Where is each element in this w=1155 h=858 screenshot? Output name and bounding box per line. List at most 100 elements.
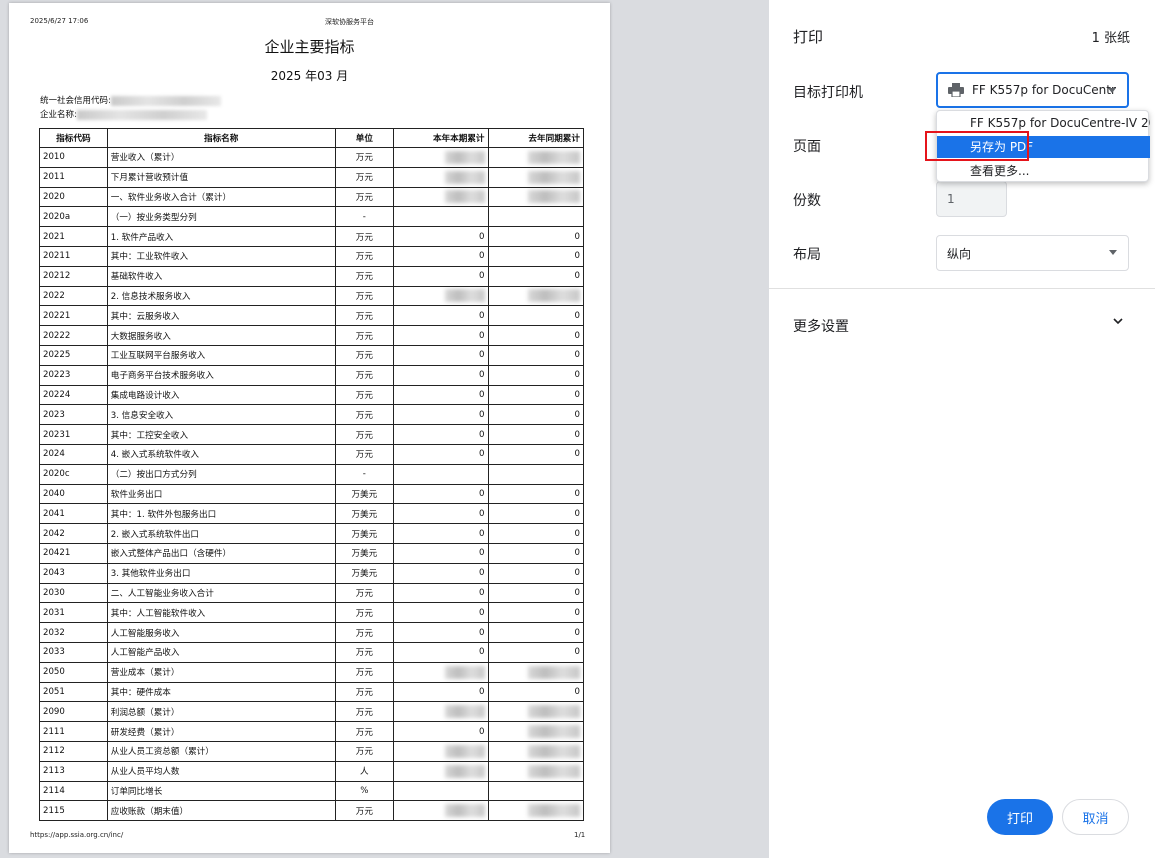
- table-row: 20212 基础软件收入 万元 0 0: [39, 265, 585, 287]
- table-row: 2020c （二）按出口方式分列 -: [39, 463, 585, 485]
- cell-previous: 0: [487, 602, 585, 624]
- cell-name: 3. 其他软件业务出口: [106, 562, 336, 584]
- table-row: 20211 其中：工业软件收入 万元 0 0: [39, 245, 585, 267]
- cell-unit: 万元: [334, 245, 395, 267]
- cancel-button[interactable]: 取消: [1062, 799, 1129, 835]
- table-row: 2011 下月累计营收预计值 万元: [39, 166, 585, 188]
- document-period: 2025 年03 月: [270, 69, 349, 83]
- cell-name: 订单同比增长: [106, 780, 336, 802]
- redacted-value: [444, 170, 485, 184]
- cell-current: 0: [393, 404, 489, 426]
- cell-value: 0: [574, 587, 580, 598]
- footer-page-number: 1/1: [574, 831, 586, 839]
- cell-value: 0: [574, 389, 580, 400]
- cell-unit: 万元: [334, 226, 395, 247]
- cell-previous: 0: [487, 404, 585, 426]
- cell-name: 2. 嵌入式系统软件出口: [106, 523, 336, 544]
- redacted-value: [528, 170, 580, 184]
- table-row: 2032 人工智能服务收入 万元 0 0: [39, 622, 585, 643]
- cell-current: 0: [393, 622, 489, 643]
- cell-value: 0: [479, 508, 485, 519]
- chevron-down-icon[interactable]: [1113, 316, 1123, 326]
- redacted-value: [528, 804, 580, 818]
- cell-code: 2050: [39, 661, 108, 683]
- cell-name: 一、软件业务收入合计（累计）: [106, 186, 336, 208]
- cell-value: 0: [574, 528, 580, 539]
- cell-name: 其中：工控安全收入: [106, 424, 336, 445]
- cell-unit: 万元: [334, 265, 395, 287]
- cell-value: 0: [574, 350, 580, 361]
- cell-name: 软件业务出口: [106, 483, 336, 505]
- credit-code-line: 统一社会信用代码:: [40, 94, 221, 106]
- cell-previous: 0: [487, 424, 585, 445]
- cell-unit: 万元: [334, 325, 395, 346]
- cell-previous: [487, 760, 585, 782]
- cell-value: 0: [574, 508, 580, 519]
- cell-code: 2024: [39, 443, 108, 465]
- cell-value: 0: [479, 370, 485, 381]
- cell-name: 应收账款（期末值）: [106, 800, 336, 822]
- cell-unit: %: [334, 780, 395, 802]
- destination-value: FF K557p for DocuCentr: [972, 83, 1116, 97]
- table-row: 2115 应收账款（期末值） 万元: [39, 800, 585, 822]
- cell-name: 工业互联网平台服务收入: [106, 344, 336, 366]
- cell-previous: 0: [487, 364, 585, 386]
- cell-current: [393, 166, 489, 188]
- table-row: 2050 营业成本（累计） 万元: [39, 661, 585, 683]
- cell-value: 0: [479, 548, 485, 559]
- more-settings-toggle[interactable]: 更多设置: [793, 316, 849, 336]
- cell-previous: [487, 463, 585, 485]
- print-preview-area: 2025/6/27 17:06 深软协服务平台 企业主要指标 2025 年03 …: [0, 0, 769, 858]
- cell-value: 0: [479, 587, 485, 598]
- cell-current: [393, 760, 489, 782]
- cell-code: 2042: [39, 523, 108, 544]
- cell-code: 20225: [39, 344, 108, 366]
- cell-code: 2030: [39, 582, 108, 604]
- cell-value: 0: [574, 488, 580, 499]
- cell-current: [393, 186, 489, 208]
- cell-value: 0: [479, 429, 485, 440]
- cell-value: 0: [479, 528, 485, 539]
- cell-current: 0: [393, 542, 489, 564]
- cell-value: 0: [574, 627, 580, 638]
- cell-previous: 0: [487, 325, 585, 346]
- cell-code: 20221: [39, 305, 108, 327]
- cell-value: 0: [574, 409, 580, 420]
- cell-code: 2023: [39, 404, 108, 426]
- cell-name: 集成电路设计收入: [106, 384, 336, 406]
- destination-select[interactable]: FF K557p for DocuCentr: [936, 72, 1129, 108]
- dropdown-option-see-more[interactable]: 查看更多...: [937, 160, 1150, 182]
- cell-code: 2114: [39, 780, 108, 802]
- cell-previous: [487, 285, 585, 307]
- cell-unit: 万美元: [334, 503, 395, 525]
- cell-value: 0: [479, 409, 485, 420]
- copies-input[interactable]: 1: [936, 181, 1007, 217]
- table-row: 2024 4. 嵌入式系统软件收入 万元 0 0: [39, 443, 585, 465]
- redacted-value: [444, 804, 485, 818]
- print-datetime: 2025/6/27 17:06: [30, 17, 89, 25]
- cell-current: 0: [393, 325, 489, 346]
- cell-value: 0: [574, 429, 580, 440]
- cell-value: 0: [479, 350, 485, 361]
- cell-name: 利润总额（累计）: [106, 701, 336, 723]
- cell-code: 2032: [39, 622, 108, 643]
- cell-previous: [487, 721, 585, 742]
- layout-select[interactable]: 纵向: [936, 235, 1129, 271]
- print-button[interactable]: 打印: [987, 799, 1053, 835]
- col-header-name: 指标名称: [106, 128, 336, 148]
- redacted-value: [528, 665, 580, 679]
- cell-current: 0: [393, 582, 489, 604]
- cell-value: 0: [479, 251, 485, 262]
- cell-code: 20421: [39, 542, 108, 564]
- cell-code: 2020c: [39, 463, 108, 485]
- table-row: 2020a （一）按业务类型分列 -: [39, 206, 585, 228]
- cell-current: [393, 800, 489, 822]
- redacted-value: [444, 665, 485, 679]
- redacted-value: [528, 289, 580, 303]
- cell-code: 20231: [39, 424, 108, 445]
- table-row: 2041 其中：1. 软件外包服务出口 万美元 0 0: [39, 503, 585, 525]
- table-row: 2040 软件业务出口 万美元 0 0: [39, 483, 585, 505]
- cell-name: 4. 嵌入式系统软件收入: [106, 443, 336, 465]
- cell-code: 2033: [39, 641, 108, 663]
- cell-name: 其中：硬件成本: [106, 681, 336, 703]
